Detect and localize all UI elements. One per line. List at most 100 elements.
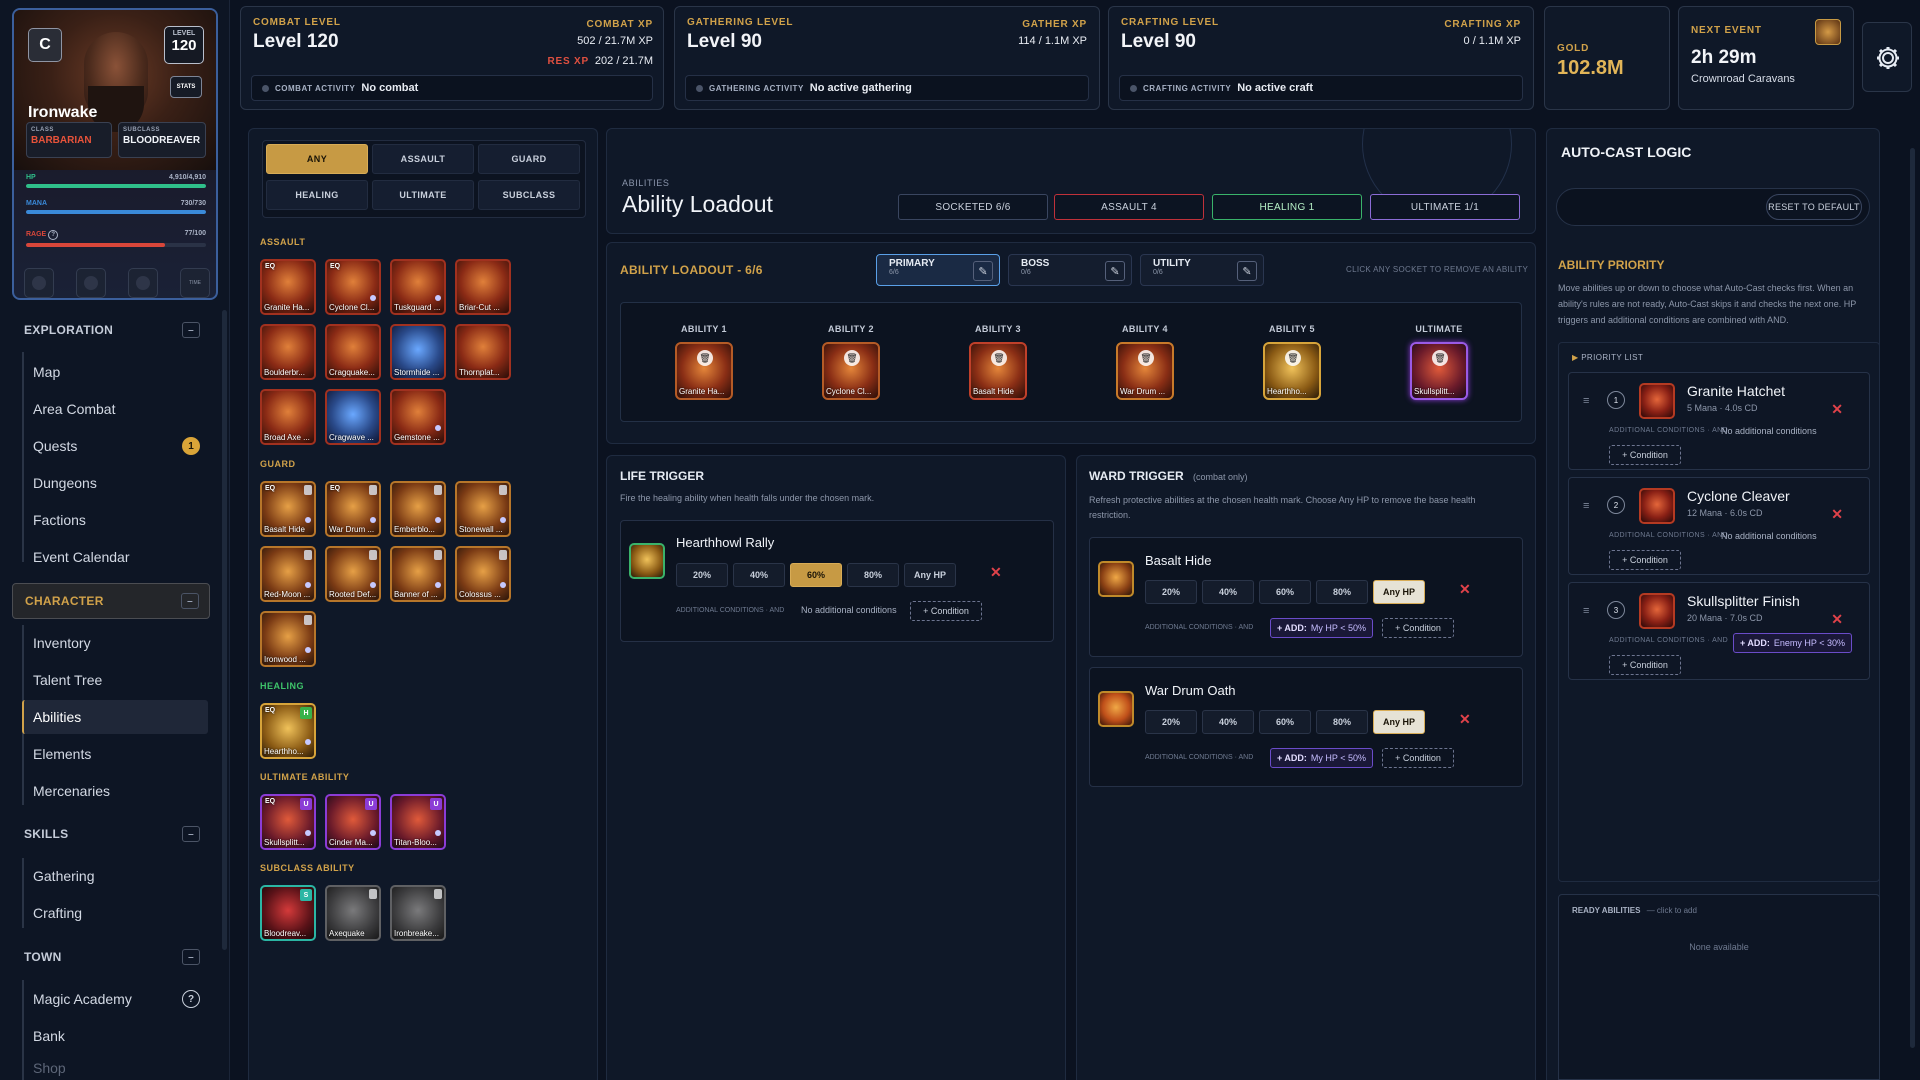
nav-section-character[interactable]: CHARACTER – [12, 583, 210, 619]
quick-slot[interactable] [128, 268, 158, 298]
filter-subclass[interactable]: SUBCLASS [478, 180, 580, 210]
priority-item[interactable]: ≡ 1 Granite Hatchet 5 Mana · 4.0s CD ✕ ADDITI… [1568, 372, 1870, 470]
hp-threshold-option[interactable]: Any HP [1373, 580, 1425, 604]
hp-threshold-option[interactable]: Any HP [1373, 710, 1425, 734]
quick-slot[interactable] [76, 268, 106, 298]
filter-ultimate[interactable]: ULTIMATE [372, 180, 474, 210]
remove-icon[interactable]: ✕ [990, 564, 1002, 581]
remove-icon[interactable]: ✕ [1831, 401, 1843, 418]
filter-guard[interactable]: GUARD [478, 144, 580, 174]
hp-threshold-option[interactable]: 40% [1202, 710, 1254, 734]
nav-section-skills[interactable]: SKILLS – [12, 816, 210, 852]
trash-icon[interactable]: 🗑 [697, 350, 713, 366]
ability-tile[interactable]: EQ Granite Ha... [260, 259, 316, 315]
help-icon[interactable]: ? [182, 990, 200, 1008]
remove-icon[interactable]: ✕ [1831, 506, 1843, 523]
ability-tile[interactable]: U Titan-Bloo... [390, 794, 446, 850]
trash-icon[interactable]: 🗑 [1432, 350, 1448, 366]
nav-item-event-calendar[interactable]: Event Calendar [24, 540, 210, 574]
ability-tile[interactable]: Ironbreake... [390, 885, 446, 941]
add-condition-button[interactable]: + Condition [910, 601, 982, 621]
ability-socket[interactable]: 🗑 Hearthho... [1263, 342, 1321, 400]
hp-threshold-option[interactable]: 80% [1316, 580, 1368, 604]
ability-socket[interactable]: 🗑 Skullsplitt... [1410, 342, 1468, 400]
ability-tile[interactable]: Boulderbr... [260, 324, 316, 380]
quick-slot[interactable] [24, 268, 54, 298]
hp-threshold-option[interactable]: 20% [1145, 710, 1197, 734]
ability-socket[interactable]: 🗑 Basalt Hide [969, 342, 1027, 400]
nav-item-bank[interactable]: Bank [24, 1019, 210, 1053]
filter-healing[interactable]: HEALING [266, 180, 368, 210]
hp-threshold-option[interactable]: Any HP [904, 563, 956, 587]
ability-tile[interactable]: Emberblo... [390, 481, 446, 537]
add-condition-button[interactable]: + Condition [1609, 550, 1681, 570]
ability-tile[interactable]: Thornplat... [455, 324, 511, 380]
ability-tile[interactable]: Ironwood ... [260, 611, 316, 667]
ability-socket[interactable]: 🗑 Granite Ha... [675, 342, 733, 400]
add-condition-button[interactable]: + Condition [1382, 748, 1454, 768]
edit-icon[interactable]: ✎ [973, 261, 993, 281]
nav-item-talent-tree[interactable]: Talent Tree [24, 663, 210, 697]
edit-icon[interactable]: ✎ [1105, 261, 1125, 281]
hp-threshold-option[interactable]: 20% [1145, 580, 1197, 604]
ability-tile[interactable]: Stonewall ... [455, 481, 511, 537]
filter-assault[interactable]: ASSAULT [372, 144, 474, 174]
reset-default-button[interactable]: RESET TO DEFAULT [1766, 194, 1862, 220]
nav-item-factions[interactable]: Factions [24, 503, 210, 537]
trash-icon[interactable]: 🗑 [1138, 350, 1154, 366]
ability-tile[interactable]: Broad Axe ... [260, 389, 316, 445]
added-condition-chip[interactable]: + ADD: My HP < 50% [1270, 748, 1374, 768]
nav-item-map[interactable]: Map [24, 355, 210, 389]
ability-tile[interactable]: Colossus ... [455, 546, 511, 602]
nav-item-elements[interactable]: Elements [24, 737, 210, 771]
ability-tile[interactable]: Rooted Def... [325, 546, 381, 602]
priority-item[interactable]: ≡ 2 Cyclone Cleaver 12 Mana · 6.0s CD ✕ ADDIT… [1568, 477, 1870, 575]
character-badge[interactable]: C [28, 28, 62, 62]
hp-threshold-option[interactable]: 80% [1316, 710, 1368, 734]
nav-item-quests[interactable]: Quests 1 [24, 429, 210, 463]
added-condition-chip[interactable]: + ADD: Enemy HP < 30% [1733, 633, 1853, 653]
ability-tile[interactable]: Banner of ... [390, 546, 446, 602]
collapse-icon[interactable]: – [182, 949, 200, 965]
hp-threshold-option[interactable]: 20% [676, 563, 728, 587]
remove-icon[interactable]: ✕ [1459, 581, 1471, 598]
edit-icon[interactable]: ✎ [1237, 261, 1257, 281]
nav-item-abilities[interactable]: Abilities [22, 700, 208, 734]
hp-threshold-option[interactable]: 80% [847, 563, 899, 587]
nav-section-exploration[interactable]: EXPLORATION – [12, 312, 210, 348]
hp-threshold-option[interactable]: 40% [733, 563, 785, 587]
trash-icon[interactable]: 🗑 [844, 350, 860, 366]
rage-help-icon[interactable]: ? [48, 230, 59, 240]
ability-tile[interactable]: Cragquake... [325, 324, 381, 380]
ability-tile[interactable]: U Cinder Ma... [325, 794, 381, 850]
ability-tile[interactable]: Tuskguard ... [390, 259, 446, 315]
collapse-icon[interactable]: – [182, 322, 200, 338]
add-condition-button[interactable]: + Condition [1382, 618, 1454, 638]
tab-boss[interactable]: BOSS 0/6 ✎ [1008, 254, 1132, 286]
ability-tile[interactable]: Red-Moon ... [260, 546, 316, 602]
ability-tile[interactable]: Briar-Cut ... [455, 259, 511, 315]
sidebar-scrollbar[interactable] [222, 310, 227, 950]
nav-item-crafting[interactable]: Crafting [24, 896, 210, 930]
ability-tile[interactable]: EQ Cyclone Cl... [325, 259, 381, 315]
tab-utility[interactable]: UTILITY 0/6 ✎ [1140, 254, 1264, 286]
add-condition-button[interactable]: + Condition [1609, 445, 1681, 465]
ability-tile[interactable]: Gemstone ... [390, 389, 446, 445]
collapse-icon[interactable]: – [181, 593, 199, 609]
hp-threshold-option[interactable]: 40% [1202, 580, 1254, 604]
character-card[interactable]: C LEVEL 120 STATS Ironwake CLASS BARBARI… [12, 8, 218, 300]
nav-item-magic-academy[interactable]: Magic Academy ? [24, 982, 210, 1016]
collapse-icon[interactable]: – [182, 826, 200, 842]
quick-slot-time[interactable]: TIME [180, 268, 210, 298]
nav-item-gathering[interactable]: Gathering [24, 859, 210, 893]
nav-item-shop[interactable]: Shop [24, 1056, 210, 1080]
hp-threshold-option[interactable]: 60% [1259, 710, 1311, 734]
nav-section-town[interactable]: TOWN – [12, 939, 210, 975]
filter-any[interactable]: ANY [266, 144, 368, 174]
ability-tile[interactable]: Axequake [325, 885, 381, 941]
drag-handle-icon[interactable]: ≡ [1583, 395, 1589, 407]
hp-threshold-option[interactable]: 60% [790, 563, 842, 587]
ability-socket[interactable]: 🗑 War Drum ... [1116, 342, 1174, 400]
ability-tile[interactable]: Stormhide ... [390, 324, 446, 380]
ability-tile[interactable]: EQ U Skullsplitt... [260, 794, 316, 850]
